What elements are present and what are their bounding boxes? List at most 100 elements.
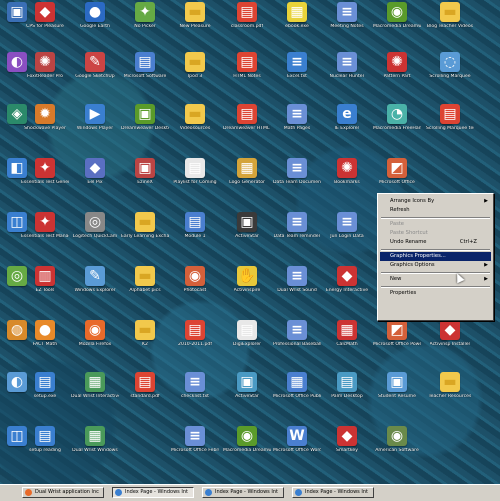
desktop-icon[interactable]: ◉ Mozilla Firefox bbox=[70, 320, 120, 368]
desktop-icon-label: Early Learning Exchange bbox=[121, 234, 169, 239]
desktop-icon[interactable]: ✦ No Picker bbox=[120, 2, 170, 50]
desktop-icon[interactable]: ◉ Macromedia Dreamweaver bbox=[222, 426, 272, 474]
desktop-icon-label: Student Resume bbox=[378, 394, 416, 399]
desktop-icon[interactable]: ◆ Activinsp Installer bbox=[425, 320, 475, 368]
menu-item-new[interactable]: New ▶ bbox=[380, 275, 491, 284]
desktop-icon[interactable]: ▣ EzineX bbox=[120, 158, 170, 206]
desktop-icon[interactable]: ◆ Smartkey bbox=[322, 426, 372, 474]
desktop-icon-label: 2010-2011.pdf bbox=[178, 342, 212, 347]
desktop-icon[interactable]: ▬ Teacher Resources bbox=[425, 372, 475, 420]
desktop-icon[interactable]: ◉ Photocast bbox=[170, 266, 220, 314]
desktop-icon[interactable]: ▬ Blog Teacher Videos bbox=[425, 2, 475, 50]
desktop-icon[interactable]: ▬ K2 bbox=[120, 320, 170, 368]
app-icon: ◆ bbox=[337, 266, 357, 286]
desktop-icon[interactable]: ≡ Data Team Documents bbox=[272, 158, 322, 206]
desktop-icon[interactable]: ≡ Data Team reminder bbox=[272, 212, 322, 260]
desktop-icon[interactable]: ✎ Windows Explorer bbox=[70, 266, 120, 314]
taskbar-button[interactable]: Index Page - Windows Int bbox=[202, 487, 284, 498]
desktop-icon[interactable]: e IE Explorer bbox=[322, 104, 372, 152]
desktop-icon[interactable]: ▤ 2010-2011.pdf bbox=[170, 320, 220, 368]
desktop-icon[interactable]: ▦ Dual Wrist Windows bbox=[70, 426, 120, 474]
app-icon: ▦ bbox=[287, 2, 307, 22]
desktop-icon[interactable]: ✎ Google SketchUp bbox=[70, 52, 120, 100]
desktop-icon[interactable]: ▦ CalcMath bbox=[322, 320, 372, 368]
desktop-icon[interactable]: W Microsoft Office Word 2003 bbox=[272, 426, 322, 474]
desktop-icon[interactable]: ▶ Windows Player bbox=[70, 104, 120, 152]
desktop-icon[interactable]: ✺ Pattern Part bbox=[372, 52, 422, 100]
desktop-icon[interactable]: ◆ CPS for Pleasure bbox=[20, 2, 70, 50]
desktop-icon[interactable]: ▤ Microsoft Software bbox=[120, 52, 170, 100]
desktop-icon[interactable]: ◩ Microsoft Office PowerPoint bbox=[372, 320, 422, 368]
desktop-icon[interactable]: ▦ ebook.exe bbox=[272, 2, 322, 50]
desktop-icon[interactable]: ▤ standard.pdf bbox=[120, 372, 170, 420]
desktop-icon[interactable]: ▬ Alphabet pics bbox=[120, 266, 170, 314]
menu-item-graphics-properties[interactable]: Graphics Properties... bbox=[380, 252, 491, 261]
desktop-icon[interactable]: ◎ Logitech QuickCam bbox=[70, 212, 120, 260]
desktop-icon[interactable]: ▤ Scrolling Marquee test bbox=[425, 104, 475, 152]
folder-icon: ▬ bbox=[135, 320, 155, 340]
desktop-icon[interactable]: ▣ Dreamweaver Desktop bbox=[120, 104, 170, 152]
desktop-icon[interactable]: ▤ Palm Desktop bbox=[322, 372, 372, 420]
desktop-icon[interactable]: ≡ Excel.txt bbox=[272, 52, 322, 100]
desktop-icon[interactable]: ✦ Essentials Test Generator bbox=[20, 158, 70, 206]
desktop-icon[interactable]: ▤ HTML Notes bbox=[222, 52, 272, 100]
desktop-icon[interactable]: ● Google Earth bbox=[70, 2, 120, 50]
desktop-icon[interactable]: ◔ Macromedia FreeHand bbox=[372, 104, 422, 152]
taskbar-button[interactable]: Dual Wrist application lnc bbox=[22, 487, 104, 498]
menu-item-arrange-icons-by[interactable]: Arrange Icons By ▶ bbox=[380, 197, 491, 206]
desktop-icon-label: Smartkey bbox=[336, 448, 358, 453]
desktop-icon[interactable]: ≡ Microsoft Office February bbox=[170, 426, 220, 474]
desktop-icon[interactable]: ▤ classroom.pdf bbox=[222, 2, 272, 50]
desktop-icon[interactable]: ◌ Scrolling Marquee bbox=[425, 52, 475, 100]
taskbar-button[interactable]: Index Page - Windows Int bbox=[292, 487, 374, 498]
desktop-icon[interactable]: ✹ Shockwave Player bbox=[20, 104, 70, 152]
menu-item-undo-rename[interactable]: Undo Rename Ctrl+Z bbox=[380, 238, 491, 247]
desktop-icon[interactable]: ▥ EZ Tools bbox=[20, 266, 70, 314]
menu-item-paste-shortcut[interactable]: Paste Shortcut bbox=[380, 229, 491, 238]
desktop-icon[interactable]: ≡ Meeting Notes bbox=[322, 2, 372, 50]
desktop-icon[interactable]: ▦ Microsoft Office Publisher 2003 bbox=[272, 372, 322, 420]
desktop-icon[interactable]: ◉ American Software bbox=[372, 426, 422, 474]
desktop-icon[interactable]: ◆ Energy Interactive bbox=[322, 266, 372, 314]
desktop-icon-label: Activinspire bbox=[233, 288, 261, 293]
desktop-icon-label: Macromedia FreeHand bbox=[373, 126, 421, 131]
desktop-icon[interactable]: ▬ Videosources bbox=[170, 104, 220, 152]
desktop-icon[interactable]: ▬ Early Learning Exchange bbox=[120, 212, 170, 260]
taskbar-button[interactable]: Index Page - Windows Int bbox=[112, 487, 194, 498]
menu-item-properties[interactable]: Properties bbox=[380, 289, 491, 298]
desktop-icon[interactable]: ▣ ActiveStar bbox=[222, 372, 272, 420]
desktop-icon[interactable]: ▣ Student Resume bbox=[372, 372, 422, 420]
desktop-icon[interactable]: ▦ Logo Generator bbox=[222, 158, 272, 206]
menu-item-graphics-options[interactable]: Graphics Options ▶ bbox=[380, 261, 491, 270]
desktop-icon[interactable]: ✺ FoxitReader Pro bbox=[20, 52, 70, 100]
desktop-icon-label: Mozilla Firefox bbox=[78, 342, 112, 347]
desktop-icon[interactable]: ▤ setup reading bbox=[20, 426, 70, 474]
desktop-icon-label: Microsoft Office February bbox=[171, 448, 219, 453]
desktop-icon[interactable]: ≡ Professional Baseball bbox=[272, 320, 322, 368]
desktop-icon[interactable]: ✦ Essentials Test Manager bbox=[20, 212, 70, 260]
desktop-icon[interactable]: ≡ Nuclear Hunter bbox=[322, 52, 372, 100]
desktop-icon-label: Macromedia Dreamweaver bbox=[373, 24, 421, 29]
desktop-icon[interactable]: ▬ Ipod 3 bbox=[170, 52, 220, 100]
desktop-icon[interactable]: ▬ New Pleasure bbox=[170, 2, 220, 50]
desktop-icon[interactable]: ▤ setup.exe bbox=[20, 372, 70, 420]
desktop-icon[interactable]: ▤ Module 1 bbox=[170, 212, 220, 260]
desktop-icon[interactable]: ▤ Dreamweaver HTML Code bbox=[222, 104, 272, 152]
desktop-icon[interactable]: ≡ Math Pages bbox=[272, 104, 322, 152]
app-icon: ✎ bbox=[85, 266, 105, 286]
desktop-icon[interactable]: ● FACT Math bbox=[20, 320, 70, 368]
desktop-icon[interactable]: ✺ Bookmarks bbox=[322, 158, 372, 206]
menu-item-paste[interactable]: Paste bbox=[380, 220, 491, 229]
desktop-icon-label: Microsoft Software bbox=[123, 74, 167, 79]
desktop-icon[interactable]: ◉ Macromedia Dreamweaver bbox=[372, 2, 422, 50]
desktop-icon[interactable]: ▤ DigiExplorer bbox=[222, 320, 272, 368]
desktop-icon[interactable]: ≡ checklist.txt bbox=[170, 372, 220, 420]
desktop-icon[interactable]: ✋ Activinspire bbox=[222, 266, 272, 314]
desktop-icon[interactable]: ▦ Dual Wrist Interactive bbox=[70, 372, 120, 420]
desktop-icon[interactable]: ▣ ActiveStar bbox=[222, 212, 272, 260]
desktop-icon[interactable]: ◆ Eel Pix bbox=[70, 158, 120, 206]
desktop-icon[interactable]: ≡ Dual Wrist Sound bbox=[272, 266, 322, 314]
desktop-icon[interactable]: ≡ Jun Login Data bbox=[322, 212, 372, 260]
desktop-icon[interactable]: ▤ Playlist for Coming bbox=[170, 158, 220, 206]
menu-item-refresh[interactable]: Refresh bbox=[380, 206, 491, 215]
